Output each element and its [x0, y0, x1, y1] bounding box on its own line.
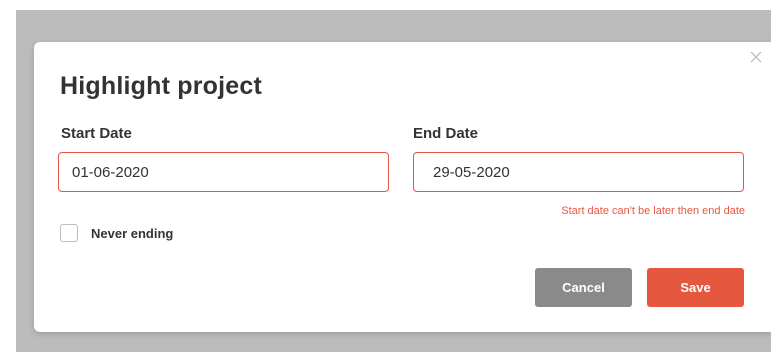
start-date-label: Start Date: [61, 125, 132, 142]
never-ending-option[interactable]: Never ending: [60, 224, 173, 242]
cancel-button[interactable]: Cancel: [535, 268, 632, 307]
save-button[interactable]: Save: [647, 268, 744, 307]
page: Highlight project Start Date End Date St…: [0, 0, 771, 352]
never-ending-checkbox[interactable]: [60, 224, 78, 242]
never-ending-label: Never ending: [91, 225, 174, 241]
date-error-message: Start date can't be later then end date: [561, 205, 745, 217]
dialog-title: Highlight project: [60, 72, 262, 100]
end-date-input[interactable]: [413, 152, 744, 192]
start-date-input[interactable]: [58, 152, 389, 192]
close-icon[interactable]: [749, 50, 763, 64]
highlight-project-dialog: Highlight project Start Date End Date St…: [34, 42, 771, 332]
end-date-label: End Date: [413, 125, 479, 142]
